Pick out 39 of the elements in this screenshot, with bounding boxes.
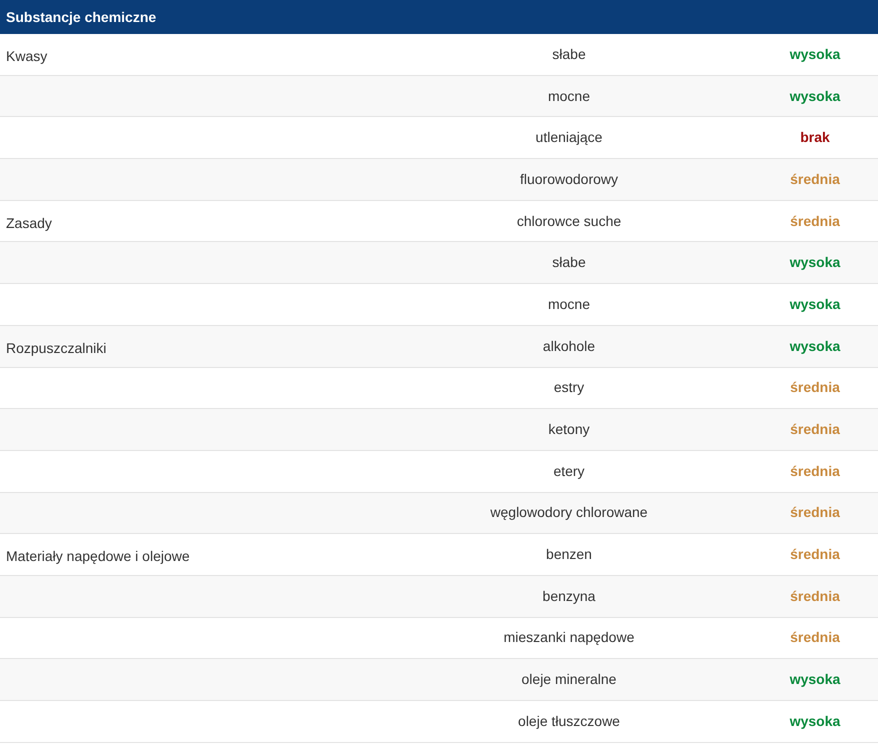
table-cell-text: oleje tłuszczowe — [518, 712, 620, 731]
rating-label: wysoka — [790, 44, 840, 64]
table-header: Substancje chemiczne — [6, 8, 156, 27]
rating-label: średnia — [790, 545, 840, 564]
table-cell-text: Zasady — [6, 214, 52, 233]
rating-label: wysoka — [790, 336, 840, 356]
table-cell-text: benzyna — [542, 586, 596, 606]
table-cell-text: utleniające — [536, 128, 602, 148]
rating-label: brak — [800, 128, 830, 148]
table-cell-text: Materiały napędowe i olejowe — [6, 547, 190, 566]
table-cell-text: etery — [553, 462, 585, 481]
table-cell-text: Kwasy — [6, 47, 48, 66]
rating-label: średnia — [790, 378, 840, 398]
rating-label: średnia — [790, 628, 840, 648]
table-cell-text: mieszanki napędowe — [504, 628, 634, 648]
rating-label: średnia — [790, 462, 840, 481]
table-cell-text: słabe — [552, 253, 586, 272]
rating-label: średnia — [790, 170, 840, 189]
rating-label: średnia — [790, 420, 840, 440]
table-cell-text: mocne — [548, 86, 590, 106]
rating-label: wysoka — [790, 294, 840, 314]
rating-label: wysoka — [790, 253, 840, 272]
table-cell-text: estry — [554, 378, 584, 398]
rating-label: średnia — [790, 503, 840, 522]
table-cell-text: ketony — [548, 420, 590, 440]
table-cell-text: mocne — [548, 294, 590, 314]
rating-label: wysoka — [790, 86, 840, 106]
rating-label: średnia — [790, 212, 840, 231]
table-cell-text: słabe — [552, 44, 586, 64]
table-cell-text: węglowodory chlorowane — [490, 503, 648, 522]
table-cell-text: Rozpuszczalniki — [6, 338, 106, 358]
table-cell-text: alkohole — [542, 336, 596, 356]
table-cell-text: oleje mineralne — [522, 670, 616, 690]
rating-label: wysoka — [790, 712, 840, 731]
table-cell-text: fluorowodorowy — [520, 170, 618, 189]
table-cell-text: chlorowce suche — [516, 212, 622, 231]
rating-label: średnia — [790, 586, 840, 606]
table-cell-text: benzen — [546, 545, 592, 564]
rating-label: wysoka — [790, 670, 840, 690]
